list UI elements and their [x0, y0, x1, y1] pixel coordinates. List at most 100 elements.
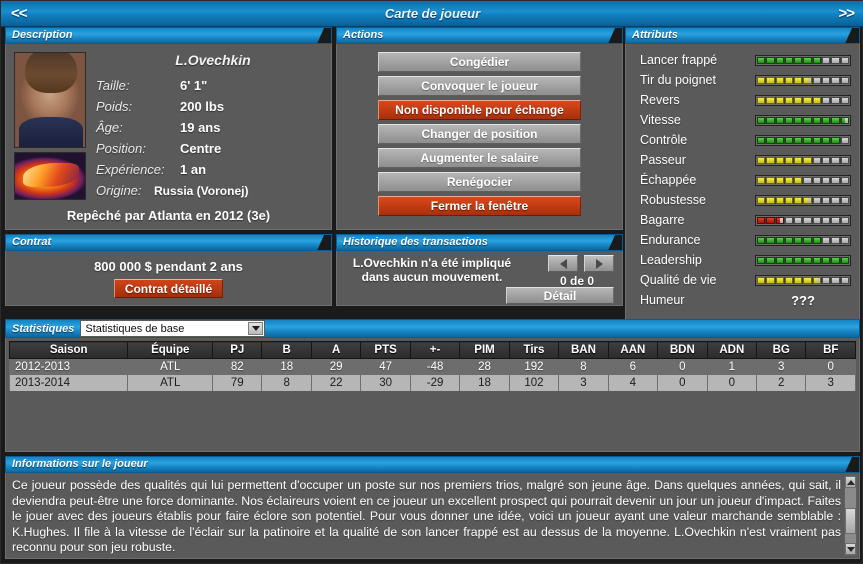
statistics-title: Statistiques	[12, 322, 75, 335]
transactions-prev-button[interactable]	[548, 255, 578, 272]
table-column-header[interactable]: +-	[409, 341, 461, 359]
transactions-detail-button[interactable]: Détail	[506, 287, 614, 304]
table-cell: 0	[706, 374, 758, 391]
contract-summary: 800 000 $ pendant 2 ans	[94, 259, 243, 274]
attribute-segment	[757, 116, 766, 124]
field-taille: Taille: 6' 1"	[96, 78, 332, 99]
attribute-row: Tir du poignet	[626, 70, 859, 90]
table-column-header[interactable]: Équipe	[127, 341, 214, 359]
field-experience: Expérience: 1 an	[96, 162, 332, 183]
table-cell: 29	[310, 358, 362, 375]
action-convoquer-button[interactable]: Convoquer le joueur	[378, 76, 581, 96]
attribute-segment	[831, 216, 840, 224]
attribute-bar	[755, 54, 851, 66]
table-column-header[interactable]: BF	[805, 341, 856, 359]
table-cell: 47	[360, 358, 411, 375]
contract-detail-button[interactable]: Contrat détaillé	[113, 279, 224, 298]
attribute-segment	[757, 176, 766, 184]
attribute-bar	[755, 154, 851, 166]
action-augmenter-salaire-button[interactable]: Augmenter le salaire	[378, 148, 581, 168]
scrollbar-thumb[interactable]	[845, 508, 856, 534]
field-value: Russia (Voronej)	[154, 184, 249, 198]
action-close-window-button[interactable]: Fermer la fenêtre	[378, 196, 581, 216]
attribute-segment	[803, 96, 812, 104]
previous-player-button[interactable]: <<	[1, 5, 37, 22]
next-player-button[interactable]: >>	[828, 5, 863, 22]
table-cell: 102	[508, 374, 560, 391]
table-column-header[interactable]: Tirs	[508, 341, 560, 359]
table-column-header[interactable]: PIM	[459, 341, 510, 359]
table-column-header[interactable]: A	[310, 341, 362, 359]
attribute-label: Humeur	[640, 293, 685, 307]
field-position: Position: Centre	[96, 141, 332, 162]
table-column-header[interactable]: Saison	[8, 341, 129, 359]
attribute-segment	[766, 56, 775, 64]
attribute-segment	[822, 176, 831, 184]
attribute-segment	[831, 276, 840, 284]
transactions-next-button[interactable]	[584, 255, 614, 272]
table-cell: ATL	[127, 374, 214, 391]
field-value: 19 ans	[180, 120, 221, 135]
table-column-header[interactable]: BDN	[657, 341, 708, 359]
attribute-label: Qualité de vie	[640, 273, 717, 287]
attribute-segment	[840, 236, 849, 244]
attribute-segment	[831, 236, 840, 244]
attribute-segment	[757, 136, 766, 144]
player-attributes-list: Taille: 6' 1" Poids: 200 lbs Âge: 19 ans…	[96, 78, 332, 204]
attribute-segment	[794, 256, 803, 264]
scroll-down-button[interactable]	[845, 543, 856, 555]
attribute-segment	[775, 116, 784, 124]
attribute-segment	[766, 216, 775, 224]
action-renegocier-button[interactable]: Renégocier	[378, 172, 581, 192]
table-column-header[interactable]: B	[261, 341, 312, 359]
transactions-header: Historique des transactions	[336, 234, 623, 251]
table-column-header[interactable]: PJ	[212, 341, 263, 359]
attribute-segment	[766, 96, 775, 104]
attribute-segment	[840, 256, 849, 264]
table-row[interactable]: 2012-2013 ATL 82 18 29 47 -48 28 192 8 6 0 1 3 0	[8, 358, 856, 375]
table-cell: 8	[261, 374, 312, 391]
table-cell: 82	[212, 358, 263, 375]
table-column-header[interactable]: BAN	[558, 341, 609, 359]
triangle-up-icon	[846, 479, 855, 485]
action-congedier-button[interactable]: Congédier	[378, 52, 581, 72]
table-cell: 0	[657, 374, 708, 391]
attribute-segment	[794, 56, 803, 64]
statistics-view-select[interactable]: Statistiques de base	[80, 320, 266, 337]
table-column-header[interactable]: BG	[756, 341, 807, 359]
attribute-segment	[775, 96, 784, 104]
attribute-segment	[794, 136, 803, 144]
action-changer-position-button[interactable]: Changer de position	[378, 124, 581, 144]
attribute-segment	[803, 136, 812, 144]
attribute-segment	[822, 96, 831, 104]
table-cell: 3	[558, 374, 609, 391]
table-column-header[interactable]: PTS	[360, 341, 411, 359]
table-cell: 3	[756, 358, 807, 375]
player-card-window: << Carte de joueur >> Description L.Ovec…	[0, 0, 863, 564]
player-photo	[14, 52, 86, 148]
attribute-segment	[840, 76, 849, 84]
table-column-header[interactable]: ADN	[706, 341, 758, 359]
attribute-segment	[831, 56, 840, 64]
scroll-up-button[interactable]	[845, 476, 856, 488]
attribute-segment	[794, 76, 803, 84]
statistics-panel: Statistiques Statistiques de base Saison…	[5, 319, 860, 452]
table-cell: 18	[261, 358, 312, 375]
attribute-segment	[794, 116, 803, 124]
attribute-segment	[840, 116, 849, 124]
attribute-segment	[831, 256, 840, 264]
attribute-segment	[840, 136, 849, 144]
action-trade-availability-button[interactable]: Non disponible pour échange	[378, 100, 581, 120]
table-column-header[interactable]: AAN	[607, 341, 659, 359]
attribute-segment	[757, 216, 766, 224]
table-cell: ATL	[127, 358, 214, 375]
attribute-segment	[812, 236, 822, 244]
chevron-down-icon[interactable]	[248, 322, 264, 335]
player-info-scrollbar[interactable]	[844, 475, 857, 556]
attribute-segment	[766, 256, 775, 264]
table-row[interactable]: 2013-2014 ATL 79 8 22 30 -29 18 102 3 4 0 0 2 3	[8, 374, 856, 391]
attribute-segment	[840, 176, 849, 184]
triangle-left-icon	[559, 258, 567, 269]
attribute-bar	[755, 174, 851, 186]
attribute-row: Robustesse	[626, 190, 859, 210]
